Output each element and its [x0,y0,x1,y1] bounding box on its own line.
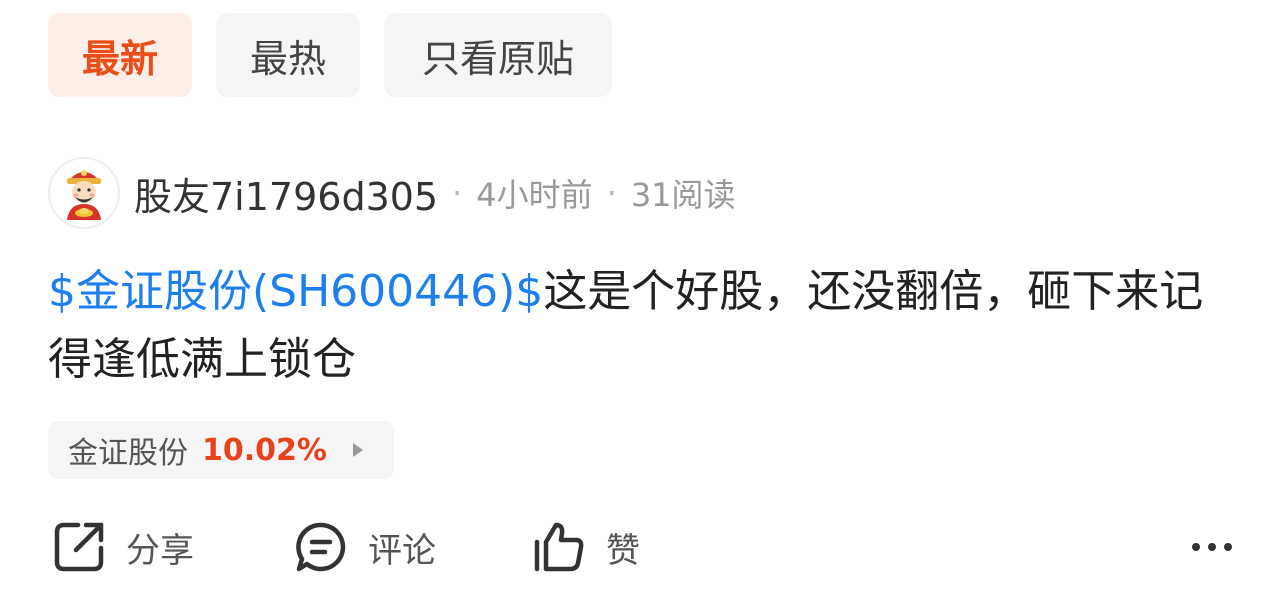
stock-change: 10.02% [202,432,327,468]
tab-original-post-only[interactable]: 只看原贴 [384,13,612,97]
tab-latest[interactable]: 最新 [48,13,192,97]
sort-tabs: 最新 最热 只看原贴 [48,13,612,97]
username[interactable]: 股友7i1796d305 [134,166,438,221]
post-time: 4小时前 [476,176,593,214]
like-button[interactable]: 赞 [532,516,640,578]
more-dot [1224,543,1232,551]
tab-hot[interactable]: 最热 [216,13,360,97]
stock-link[interactable]: $金证股份(SH600446)$ [48,266,543,317]
more-dot [1208,543,1216,551]
more-dot [1192,543,1200,551]
separator-dot: · [452,174,463,212]
post-content[interactable]: $金证股份(SH600446)$这是个好股，还没翻倍，砸下来记得逢低满上锁仓 [48,258,1238,394]
caishen-avatar-icon [67,170,101,220]
avatar[interactable] [48,157,120,229]
comment-button[interactable]: 评论 [294,516,436,578]
play-arrow-icon [352,443,363,457]
more-icon[interactable] [1192,516,1232,578]
separator-dot: · [606,174,617,212]
comment-label: 评论 [368,530,436,571]
comment-icon [296,522,346,572]
action-bar: 分享 评论 赞 [52,516,1232,578]
stock-chip[interactable]: 金证股份 10.02% [48,421,394,479]
share-icon [54,522,104,572]
stock-name: 金证股份 [68,436,188,471]
share-button[interactable]: 分享 [52,516,194,578]
like-icon [534,522,584,572]
post-header: 股友7i1796d305 · 4小时前 · 31阅读 [48,157,736,229]
share-label: 分享 [126,530,194,571]
read-count: 31阅读 [630,176,736,214]
like-label: 赞 [606,530,640,571]
